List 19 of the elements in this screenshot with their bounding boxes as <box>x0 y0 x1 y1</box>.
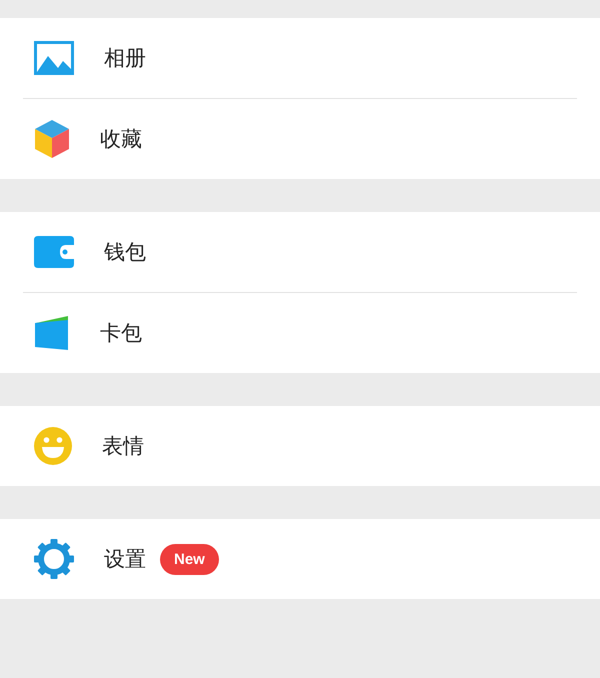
new-badge: New <box>160 544 219 574</box>
cube-icon <box>34 119 70 159</box>
menu-label: 收藏 <box>100 128 142 150</box>
menu-label: 设置 <box>104 548 146 570</box>
menu-label: 卡包 <box>100 322 142 344</box>
menu-label: 相册 <box>104 48 146 68</box>
settings-icon <box>34 539 74 579</box>
wallet-icon <box>34 236 74 268</box>
menu-item[interactable]: 收藏 <box>0 99 600 179</box>
menu-label: 表情 <box>102 436 144 456</box>
menu-item[interactable]: 表情 <box>0 406 600 486</box>
smiley-icon <box>34 427 72 465</box>
menu-item[interactable]: 钱包 <box>0 212 600 292</box>
menu-item[interactable]: 相册 <box>0 18 600 98</box>
menu-label: 钱包 <box>104 242 146 262</box>
picture-icon <box>34 41 74 75</box>
card-icon <box>34 315 70 351</box>
menu-item[interactable]: 卡包 <box>0 293 600 373</box>
menu-item[interactable]: 设置 New <box>0 519 600 599</box>
